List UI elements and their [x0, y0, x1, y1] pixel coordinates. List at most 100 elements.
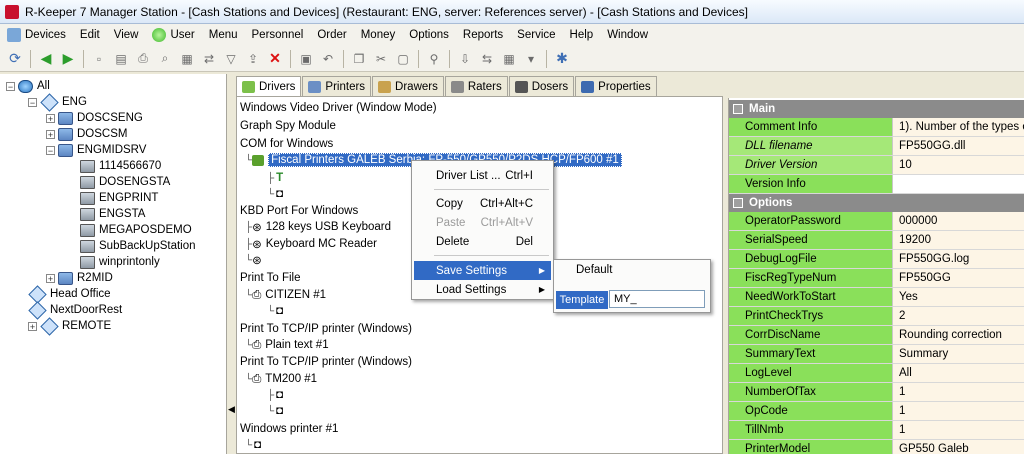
filter-icon[interactable]: ▽	[222, 50, 240, 68]
port-row[interactable]: ├ ◘	[267, 387, 283, 403]
tree-item-eng[interactable]: − ENG	[28, 92, 87, 112]
menu-money[interactable]: Money	[354, 24, 403, 46]
link-icon[interactable]: ⇄	[200, 50, 218, 68]
paste-icon[interactable]: ▢	[394, 50, 412, 68]
device-row[interactable]: └ ⎙ CITIZEN #1	[245, 287, 326, 303]
device-row[interactable]: ├ ⊛ 128 keys USB Keyboard	[245, 219, 391, 235]
print-icon[interactable]: ⎙	[134, 50, 152, 68]
driver-row[interactable]: Windows printer #1	[240, 421, 338, 437]
property-row[interactable]: PrinterModel GP550 Galeb	[729, 440, 1024, 454]
property-row[interactable]: PrintCheckTrys 2	[729, 307, 1024, 326]
expand-icon[interactable]: +	[46, 129, 55, 139]
tab-properties[interactable]: Properties	[575, 76, 657, 96]
copy-icon[interactable]: ❐	[350, 50, 368, 68]
property-row[interactable]: FiscRegTypeNum FP550GG	[729, 269, 1024, 288]
port-row[interactable]: └ ◘	[267, 403, 283, 419]
transfer-icon[interactable]: ⇆	[478, 50, 496, 68]
tree-item-head-office[interactable]: Head Office	[28, 284, 111, 304]
menu-item-load-settings[interactable]: Load Settings ▶	[414, 280, 551, 299]
device-row[interactable]: └ ⎙ Plain text #1	[245, 337, 329, 353]
collapse-icon[interactable]	[733, 198, 743, 208]
property-row[interactable]: TillNmb 1	[729, 421, 1024, 440]
tab-dosers[interactable]: Dosers	[508, 76, 575, 96]
cancel-icon[interactable]: ↶	[319, 50, 337, 68]
property-row[interactable]: Version Info	[729, 175, 1024, 194]
section-main[interactable]: Main	[729, 100, 1024, 118]
property-row[interactable]: CorrDiscName Rounding correction	[729, 326, 1024, 345]
expand-icon[interactable]: +	[28, 321, 37, 331]
menu-edit[interactable]: Edit	[73, 24, 107, 46]
refresh-icon[interactable]: ⟳	[6, 50, 24, 68]
print-preview-icon[interactable]: ⌕	[156, 50, 174, 68]
property-row[interactable]: SerialSpeed 19200	[729, 231, 1024, 250]
tree-item-dosengsta[interactable]: DOSENGSTA	[80, 174, 170, 190]
collapse-icon[interactable]: −	[6, 81, 15, 91]
property-row[interactable]: OperatorPassword 000000	[729, 212, 1024, 231]
import-icon[interactable]: ⇩	[456, 50, 474, 68]
expand-icon[interactable]: +	[46, 273, 55, 283]
property-row[interactable]: Driver Version 10	[729, 156, 1024, 175]
menu-view[interactable]: View	[107, 24, 146, 46]
tab-drivers[interactable]: Drivers	[236, 76, 302, 97]
menu-personnel[interactable]: Personnel	[245, 24, 311, 46]
menu-reports[interactable]: Reports	[456, 24, 510, 46]
menu-help[interactable]: Help	[563, 24, 601, 46]
driver-row[interactable]: COM for Windows	[240, 136, 333, 152]
collapse-icon[interactable]: −	[28, 97, 37, 107]
tree-item-engmidsrv[interactable]: − ENGMIDSRV	[46, 142, 146, 158]
property-row[interactable]: NumberOfTax 1	[729, 383, 1024, 402]
driver-row[interactable]: Graph Spy Module	[240, 118, 336, 134]
collapse-icon[interactable]	[733, 104, 743, 114]
device-row[interactable]: └ ⎙ TM200 #1	[245, 371, 317, 387]
tree-item-all[interactable]: − All	[6, 78, 50, 94]
delete-icon[interactable]: ✕	[266, 50, 284, 68]
dropdown-arrow-icon[interactable]: ▾	[522, 50, 540, 68]
property-row[interactable]: OpCode 1	[729, 402, 1024, 421]
collapse-icon[interactable]: −	[46, 145, 55, 155]
tree-item-nextdoorrest[interactable]: NextDoorRest	[28, 300, 122, 320]
device-row[interactable]: └ ⊛	[245, 252, 262, 268]
menu-item-delete[interactable]: Delete Del	[414, 232, 551, 251]
property-row[interactable]: DebugLogFile FP550GG.log	[729, 250, 1024, 269]
tree-item-engprint[interactable]: ENGPRINT	[80, 190, 158, 206]
property-row[interactable]: Comment Info 1). Number of the types o	[729, 118, 1024, 137]
menu-item-copy[interactable]: Copy Ctrl+Alt+C	[414, 194, 551, 213]
save-icon[interactable]: ▣	[297, 50, 315, 68]
export-icon[interactable]: ⇪	[244, 50, 262, 68]
driver-row[interactable]: Windows Video Driver (Window Mode)	[240, 100, 437, 116]
menu-devices[interactable]: Devices	[0, 24, 73, 46]
chevron-left-icon[interactable]: ◀	[228, 404, 235, 415]
new-item-icon[interactable]: ▫	[90, 50, 108, 68]
tree-item-megaposdemo[interactable]: MEGAPOSDEMO	[80, 222, 192, 238]
driver-row[interactable]: Print To TCP/IP printer (Windows)	[240, 354, 412, 370]
tree-pane[interactable]: − All − ENG + DOSCSENG + DOSCSM − ENGMIDSRV 1…	[0, 74, 227, 454]
settings-icon[interactable]: ✱	[553, 50, 571, 68]
port-row[interactable]: ├ T	[267, 170, 283, 186]
menu-options[interactable]: Options	[402, 24, 456, 46]
group-icon[interactable]: ▦	[178, 50, 196, 68]
tree-item-r2mid[interactable]: + R2MID	[46, 270, 113, 286]
tab-printers[interactable]: Printers	[302, 76, 372, 96]
menu-item-save-settings[interactable]: Save Settings ▶	[414, 261, 551, 280]
menu-window[interactable]: Window	[600, 24, 655, 46]
search-icon[interactable]: ⚲	[425, 50, 443, 68]
driver-row[interactable]: KBD Port For Windows	[240, 203, 358, 219]
menu-user[interactable]: User	[145, 24, 201, 46]
menu-item-driver-list[interactable]: Driver List ... Ctrl+I	[414, 166, 551, 185]
properties-pane[interactable]: Main Comment Info 1). Number of the types…	[728, 98, 1024, 454]
port-row[interactable]: └ ◘	[267, 186, 283, 202]
menu-order[interactable]: Order	[310, 24, 353, 46]
tree-item-doscseng[interactable]: + DOSCSENG	[46, 110, 143, 126]
back-icon[interactable]: ◀	[37, 50, 55, 68]
menu-service[interactable]: Service	[510, 24, 562, 46]
menu-item-paste[interactable]: Paste Ctrl+Alt+V	[414, 213, 551, 232]
new-folder-icon[interactable]: ▤	[112, 50, 130, 68]
expand-icon[interactable]: +	[46, 113, 55, 123]
tree-item-subbackupstation[interactable]: SubBackUpStation	[80, 238, 196, 254]
submenu-item-default[interactable]: Default	[576, 264, 612, 276]
property-row[interactable]: SummaryText Summary	[729, 345, 1024, 364]
tab-drawers[interactable]: Drawers	[372, 76, 444, 96]
section-options[interactable]: Options	[729, 194, 1024, 212]
menu-menu[interactable]: Menu	[202, 24, 245, 46]
tree-item-doscsm[interactable]: + DOSCSM	[46, 126, 127, 142]
